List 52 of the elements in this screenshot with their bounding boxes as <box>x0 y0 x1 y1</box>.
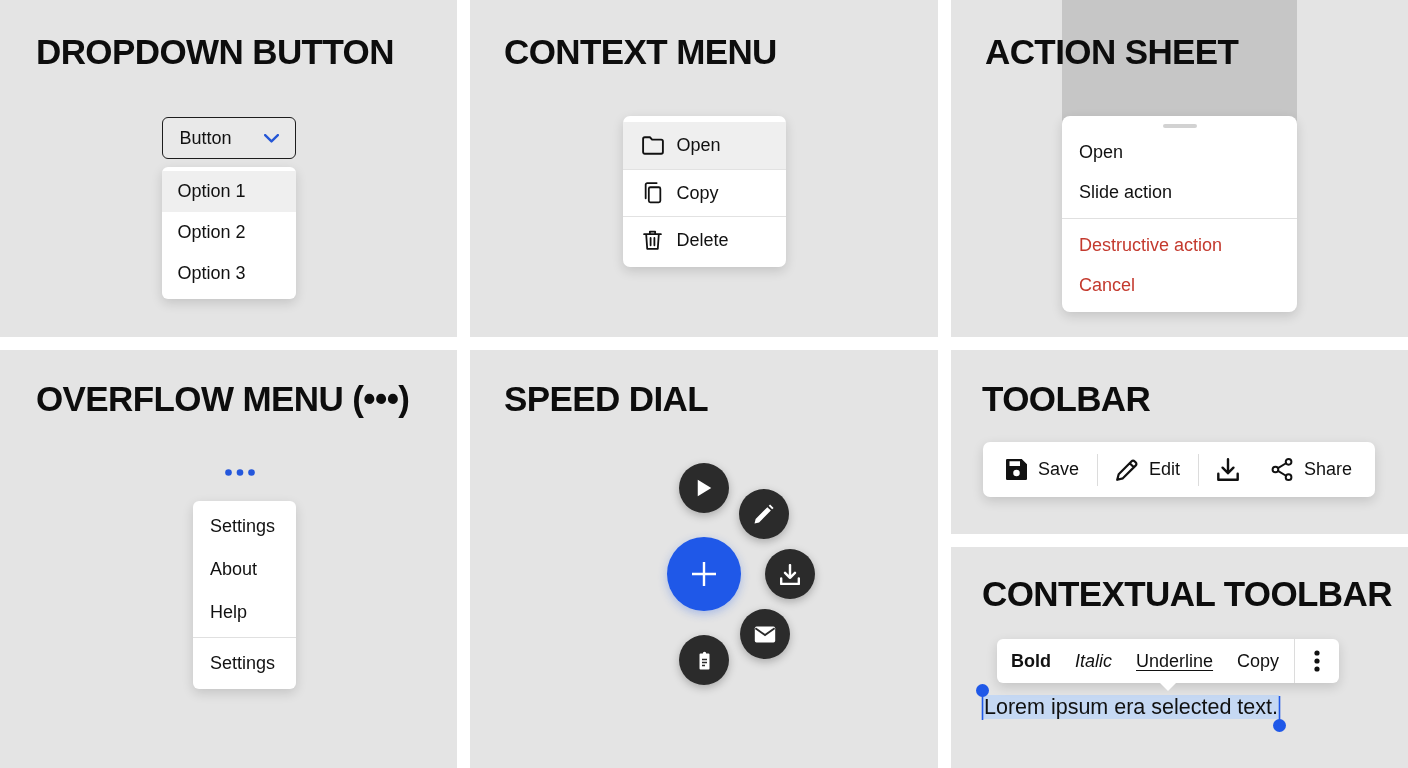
toolbar-button[interactable]: Edit <box>1107 449 1190 490</box>
menu-item[interactable]: Settings <box>193 505 296 548</box>
mail-button[interactable] <box>740 609 790 659</box>
menu-option[interactable]: Option 3 <box>161 253 296 294</box>
play-button[interactable] <box>679 463 729 513</box>
format-button[interactable]: Italic <box>1063 639 1124 683</box>
folder-icon <box>641 136 664 155</box>
menu-item[interactable]: Copy <box>622 169 786 216</box>
panel-title: TOOLBAR <box>982 378 1151 420</box>
more-vertical-icon[interactable] <box>1314 650 1321 672</box>
toolbar-button[interactable]: Share <box>1262 449 1362 490</box>
menu-option[interactable]: Option 1 <box>161 171 296 212</box>
format-button[interactable]: Underline <box>1124 639 1226 683</box>
selected-text: Lorem ipsum era selected text. <box>983 695 1279 719</box>
envelope-icon <box>754 625 776 643</box>
panel-title: CONTEXT MENU <box>504 31 777 73</box>
save-icon <box>1006 459 1027 480</box>
menu-item[interactable]: Delete <box>622 216 786 263</box>
clipboard-button[interactable] <box>679 635 729 685</box>
pencil-icon <box>754 504 774 524</box>
copy-icon <box>643 182 662 204</box>
panel-title: ACTION SHEET <box>985 31 1239 73</box>
add-button[interactable] <box>667 537 741 611</box>
menu-item[interactable]: Open <box>622 122 786 169</box>
panel-title: SPEED DIAL <box>504 378 709 420</box>
toolbar-button[interactable]: Save <box>997 449 1089 490</box>
format-button[interactable]: Copy <box>1225 639 1292 683</box>
sheet-action[interactable]: Open <box>1062 132 1297 172</box>
dropdown-button[interactable]: Button <box>161 117 296 159</box>
trash-icon <box>643 230 662 250</box>
share-icon <box>1271 458 1294 481</box>
pencil-icon <box>1116 458 1139 481</box>
edit-button[interactable] <box>739 489 789 539</box>
menu-item[interactable]: Help <box>193 591 296 634</box>
sheet-action[interactable]: Cancel <box>1062 265 1297 305</box>
download-button[interactable] <box>765 549 815 599</box>
download-icon <box>1217 458 1240 481</box>
sheet-action[interactable]: Slide action <box>1062 172 1297 212</box>
panel-title: OVERFLOW MENU (•••) <box>36 378 410 420</box>
menu-item[interactable]: About <box>193 548 296 591</box>
download-icon <box>780 563 800 585</box>
menu-item[interactable]: Settings <box>193 642 296 685</box>
plus-icon <box>692 562 716 586</box>
sheet-action[interactable]: Destructive action <box>1062 225 1297 265</box>
format-button[interactable]: Bold <box>999 639 1063 683</box>
panel-title: DROPDOWN BUTTON <box>36 31 394 73</box>
chevron-down-icon <box>263 133 279 143</box>
menu-option[interactable]: Option 2 <box>161 212 296 253</box>
more-icon[interactable] <box>225 469 255 476</box>
play-icon <box>696 479 712 497</box>
panel-title: CONTEXTUAL TOOLBAR <box>982 573 1392 615</box>
drag-handle-icon[interactable] <box>1162 124 1197 128</box>
